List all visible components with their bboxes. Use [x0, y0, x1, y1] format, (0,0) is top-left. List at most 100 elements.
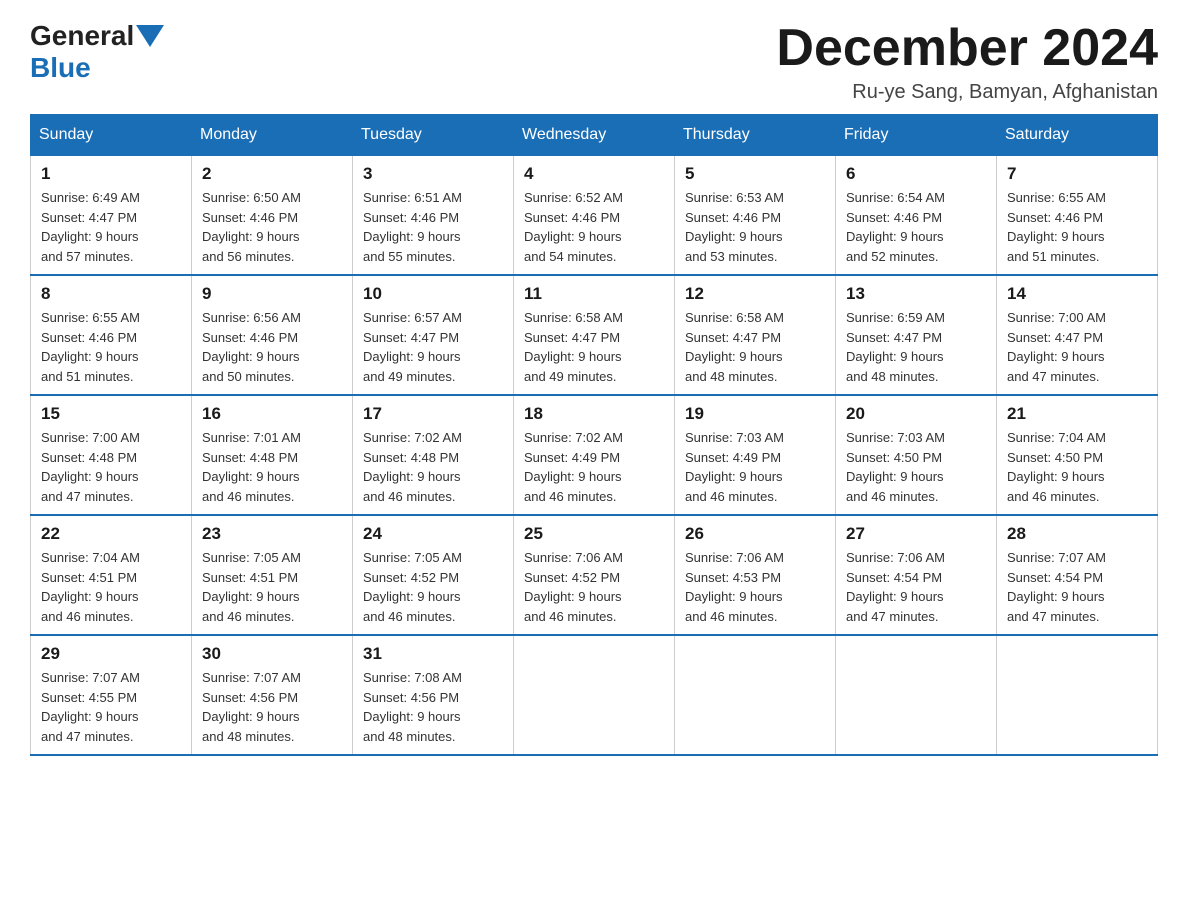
day-number: 16 — [202, 404, 342, 424]
day-info: Sunrise: 7:06 AMSunset: 4:53 PMDaylight:… — [685, 550, 784, 624]
calendar-cell: 19 Sunrise: 7:03 AMSunset: 4:49 PMDaylig… — [675, 395, 836, 515]
calendar-cell: 20 Sunrise: 7:03 AMSunset: 4:50 PMDaylig… — [836, 395, 997, 515]
calendar-cell: 3 Sunrise: 6:51 AMSunset: 4:46 PMDayligh… — [353, 155, 514, 275]
header-monday: Monday — [192, 115, 353, 155]
day-number: 6 — [846, 164, 986, 184]
day-info: Sunrise: 6:57 AMSunset: 4:47 PMDaylight:… — [363, 310, 462, 384]
day-number: 24 — [363, 524, 503, 544]
calendar-cell: 15 Sunrise: 7:00 AMSunset: 4:48 PMDaylig… — [31, 395, 192, 515]
header-thursday: Thursday — [675, 115, 836, 155]
calendar-cell: 12 Sunrise: 6:58 AMSunset: 4:47 PMDaylig… — [675, 275, 836, 395]
week-row-5: 29 Sunrise: 7:07 AMSunset: 4:55 PMDaylig… — [31, 635, 1158, 755]
day-number: 23 — [202, 524, 342, 544]
calendar-cell: 11 Sunrise: 6:58 AMSunset: 4:47 PMDaylig… — [514, 275, 675, 395]
day-number: 26 — [685, 524, 825, 544]
calendar-cell: 22 Sunrise: 7:04 AMSunset: 4:51 PMDaylig… — [31, 515, 192, 635]
day-info: Sunrise: 6:59 AMSunset: 4:47 PMDaylight:… — [846, 310, 945, 384]
day-number: 21 — [1007, 404, 1147, 424]
calendar-cell: 7 Sunrise: 6:55 AMSunset: 4:46 PMDayligh… — [997, 155, 1158, 275]
day-number: 18 — [524, 404, 664, 424]
calendar-cell: 13 Sunrise: 6:59 AMSunset: 4:47 PMDaylig… — [836, 275, 997, 395]
day-number: 20 — [846, 404, 986, 424]
day-number: 9 — [202, 284, 342, 304]
day-number: 13 — [846, 284, 986, 304]
header-friday: Friday — [836, 115, 997, 155]
day-number: 3 — [363, 164, 503, 184]
day-info: Sunrise: 7:07 AMSunset: 4:55 PMDaylight:… — [41, 670, 140, 744]
day-info: Sunrise: 7:01 AMSunset: 4:48 PMDaylight:… — [202, 430, 301, 504]
calendar-cell: 1 Sunrise: 6:49 AMSunset: 4:47 PMDayligh… — [31, 155, 192, 275]
calendar-cell: 10 Sunrise: 6:57 AMSunset: 4:47 PMDaylig… — [353, 275, 514, 395]
day-info: Sunrise: 7:00 AMSunset: 4:47 PMDaylight:… — [1007, 310, 1106, 384]
calendar-cell: 17 Sunrise: 7:02 AMSunset: 4:48 PMDaylig… — [353, 395, 514, 515]
day-number: 29 — [41, 644, 181, 664]
day-info: Sunrise: 7:00 AMSunset: 4:48 PMDaylight:… — [41, 430, 140, 504]
title-section: December 2024 Ru-ye Sang, Bamyan, Afghan… — [776, 20, 1158, 104]
calendar-cell: 21 Sunrise: 7:04 AMSunset: 4:50 PMDaylig… — [997, 395, 1158, 515]
calendar-cell: 16 Sunrise: 7:01 AMSunset: 4:48 PMDaylig… — [192, 395, 353, 515]
calendar-cell — [836, 635, 997, 755]
calendar-cell: 6 Sunrise: 6:54 AMSunset: 4:46 PMDayligh… — [836, 155, 997, 275]
calendar-header-row: Sunday Monday Tuesday Wednesday Thursday… — [31, 115, 1158, 155]
day-number: 5 — [685, 164, 825, 184]
day-info: Sunrise: 7:04 AMSunset: 4:51 PMDaylight:… — [41, 550, 140, 624]
day-number: 31 — [363, 644, 503, 664]
week-row-3: 15 Sunrise: 7:00 AMSunset: 4:48 PMDaylig… — [31, 395, 1158, 515]
calendar-cell: 4 Sunrise: 6:52 AMSunset: 4:46 PMDayligh… — [514, 155, 675, 275]
day-number: 19 — [685, 404, 825, 424]
day-info: Sunrise: 6:53 AMSunset: 4:46 PMDaylight:… — [685, 190, 784, 264]
day-number: 12 — [685, 284, 825, 304]
day-info: Sunrise: 7:06 AMSunset: 4:54 PMDaylight:… — [846, 550, 945, 624]
logo[interactable]: General Blue — [30, 20, 166, 84]
day-number: 30 — [202, 644, 342, 664]
week-row-2: 8 Sunrise: 6:55 AMSunset: 4:46 PMDayligh… — [31, 275, 1158, 395]
day-number: 15 — [41, 404, 181, 424]
calendar-cell — [514, 635, 675, 755]
day-info: Sunrise: 7:04 AMSunset: 4:50 PMDaylight:… — [1007, 430, 1106, 504]
calendar-cell: 24 Sunrise: 7:05 AMSunset: 4:52 PMDaylig… — [353, 515, 514, 635]
calendar-cell: 23 Sunrise: 7:05 AMSunset: 4:51 PMDaylig… — [192, 515, 353, 635]
day-number: 4 — [524, 164, 664, 184]
calendar-cell — [675, 635, 836, 755]
day-number: 8 — [41, 284, 181, 304]
day-info: Sunrise: 6:58 AMSunset: 4:47 PMDaylight:… — [524, 310, 623, 384]
week-row-4: 22 Sunrise: 7:04 AMSunset: 4:51 PMDaylig… — [31, 515, 1158, 635]
calendar-cell: 28 Sunrise: 7:07 AMSunset: 4:54 PMDaylig… — [997, 515, 1158, 635]
day-info: Sunrise: 7:02 AMSunset: 4:48 PMDaylight:… — [363, 430, 462, 504]
day-number: 25 — [524, 524, 664, 544]
day-info: Sunrise: 7:02 AMSunset: 4:49 PMDaylight:… — [524, 430, 623, 504]
day-number: 1 — [41, 164, 181, 184]
day-info: Sunrise: 6:55 AMSunset: 4:46 PMDaylight:… — [1007, 190, 1106, 264]
logo-triangle-icon — [136, 25, 164, 47]
calendar-cell: 5 Sunrise: 6:53 AMSunset: 4:46 PMDayligh… — [675, 155, 836, 275]
day-number: 14 — [1007, 284, 1147, 304]
header-saturday: Saturday — [997, 115, 1158, 155]
day-info: Sunrise: 7:08 AMSunset: 4:56 PMDaylight:… — [363, 670, 462, 744]
day-info: Sunrise: 7:03 AMSunset: 4:50 PMDaylight:… — [846, 430, 945, 504]
calendar-cell: 14 Sunrise: 7:00 AMSunset: 4:47 PMDaylig… — [997, 275, 1158, 395]
calendar-cell: 18 Sunrise: 7:02 AMSunset: 4:49 PMDaylig… — [514, 395, 675, 515]
day-info: Sunrise: 7:05 AMSunset: 4:51 PMDaylight:… — [202, 550, 301, 624]
day-number: 17 — [363, 404, 503, 424]
month-title: December 2024 — [776, 20, 1158, 77]
calendar-cell: 2 Sunrise: 6:50 AMSunset: 4:46 PMDayligh… — [192, 155, 353, 275]
day-number: 7 — [1007, 164, 1147, 184]
logo-blue-text: Blue — [30, 52, 91, 83]
day-info: Sunrise: 7:03 AMSunset: 4:49 PMDaylight:… — [685, 430, 784, 504]
calendar-table: Sunday Monday Tuesday Wednesday Thursday… — [30, 114, 1158, 756]
header-wednesday: Wednesday — [514, 115, 675, 155]
day-info: Sunrise: 6:52 AMSunset: 4:46 PMDaylight:… — [524, 190, 623, 264]
day-number: 10 — [363, 284, 503, 304]
calendar-cell: 25 Sunrise: 7:06 AMSunset: 4:52 PMDaylig… — [514, 515, 675, 635]
day-number: 28 — [1007, 524, 1147, 544]
day-number: 22 — [41, 524, 181, 544]
page-header: General Blue December 2024 Ru-ye Sang, B… — [30, 20, 1158, 104]
day-info: Sunrise: 6:51 AMSunset: 4:46 PMDaylight:… — [363, 190, 462, 264]
day-number: 2 — [202, 164, 342, 184]
day-info: Sunrise: 6:58 AMSunset: 4:47 PMDaylight:… — [685, 310, 784, 384]
day-info: Sunrise: 7:07 AMSunset: 4:54 PMDaylight:… — [1007, 550, 1106, 624]
calendar-cell: 26 Sunrise: 7:06 AMSunset: 4:53 PMDaylig… — [675, 515, 836, 635]
day-info: Sunrise: 7:06 AMSunset: 4:52 PMDaylight:… — [524, 550, 623, 624]
day-info: Sunrise: 6:54 AMSunset: 4:46 PMDaylight:… — [846, 190, 945, 264]
day-info: Sunrise: 7:07 AMSunset: 4:56 PMDaylight:… — [202, 670, 301, 744]
